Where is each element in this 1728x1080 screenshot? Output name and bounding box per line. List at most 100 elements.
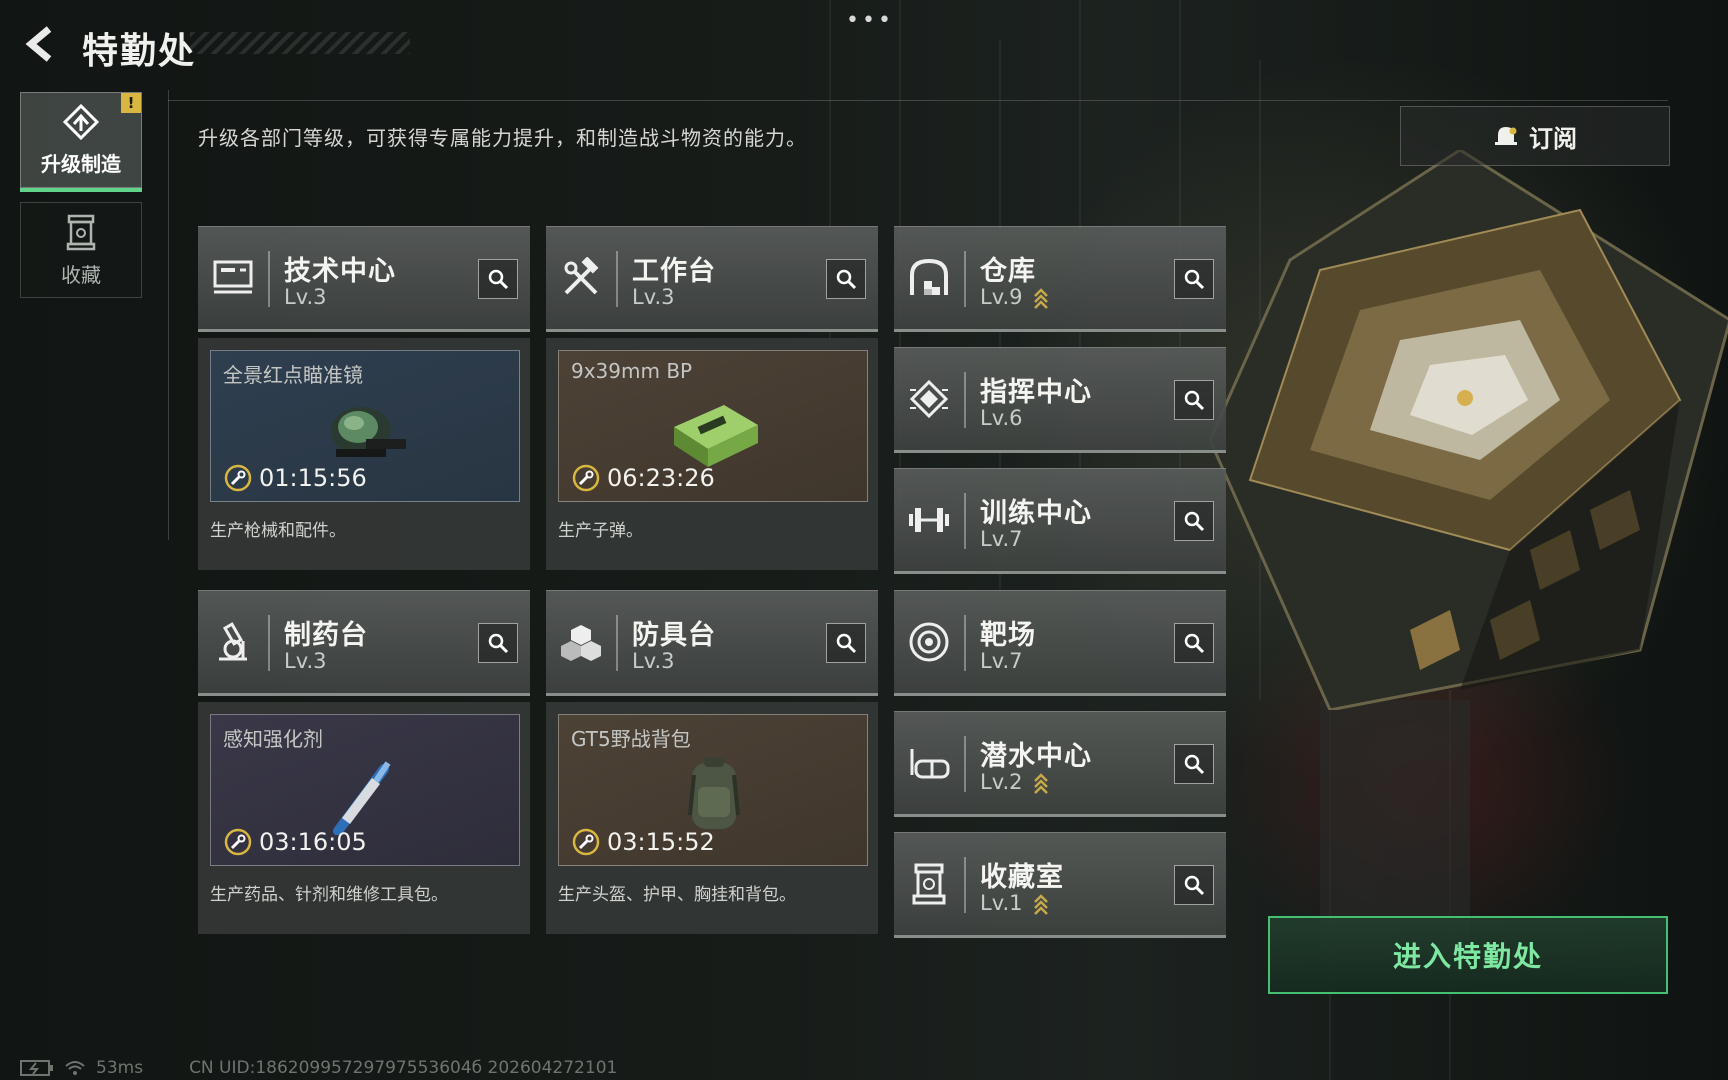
dept-card-collection-room[interactable]: 收藏室 Lv.1 <box>894 832 1226 938</box>
active-tab-indicator <box>20 188 142 192</box>
page-description: 升级各部门等级，可获得专属能力提升，和制造战斗物资的能力。 <box>198 126 807 150</box>
upgrade-available-icon <box>1034 773 1049 794</box>
dept-level: Lv.9 <box>980 285 1049 309</box>
divider <box>964 615 966 671</box>
divider <box>268 251 270 307</box>
divider <box>964 493 966 549</box>
search-button[interactable] <box>826 259 866 299</box>
search-icon <box>488 269 509 290</box>
backpack-icon <box>688 757 740 829</box>
enter-special-ops-button[interactable]: 进入特勤处 <box>1268 916 1668 994</box>
divider <box>616 251 618 307</box>
search-button[interactable] <box>1174 380 1214 420</box>
production-panel-workbench[interactable]: 9x39mm BP 06:23:26 生产子弹。 <box>546 338 878 570</box>
search-icon <box>1184 633 1205 654</box>
status-bar: 53ms CN UID:18620995729797553604б 202604… <box>20 1058 617 1078</box>
dept-name: 仓库 <box>980 256 1036 287</box>
production-slot[interactable]: 感知强化剂 03:16:05 <box>210 714 520 866</box>
dept-level: Lv.3 <box>632 649 675 673</box>
search-icon <box>488 633 509 654</box>
production-panel-tech-center[interactable]: 全景红点瞄准镜 01:15:56 生产枪械和配件。 <box>198 338 530 570</box>
hammer-wrench-icon <box>558 255 604 301</box>
dept-level: Lv.1 <box>980 891 1049 915</box>
production-panel-armor-bench[interactable]: GT5野战背包 03:15:52 生产头盔、护甲、胸挂和背包。 <box>546 702 878 934</box>
search-button[interactable] <box>1174 259 1214 299</box>
dept-level: Lv.3 <box>284 649 327 673</box>
search-button[interactable] <box>478 259 518 299</box>
dept-card-workbench[interactable]: 工作台 Lv.3 <box>546 226 878 332</box>
back-button[interactable] <box>18 22 62 66</box>
item-name: 9x39mm BP <box>571 359 693 383</box>
timer-value: 06:23:26 <box>607 464 715 492</box>
production-slot[interactable]: GT5野战背包 03:15:52 <box>558 714 868 866</box>
production-panel-pharmacy[interactable]: 感知强化剂 03:16:05 生产药品、针剂和维修工具包。 <box>198 702 530 934</box>
search-button[interactable] <box>826 623 866 663</box>
subscribe-label: 订阅 <box>1529 124 1577 153</box>
divider <box>964 251 966 307</box>
item-name: GT5野战背包 <box>571 727 691 751</box>
search-button[interactable] <box>1174 865 1214 905</box>
monitor-icon <box>210 255 256 301</box>
tab-collection[interactable]: 收藏 <box>20 202 142 298</box>
production-description: 生产药品、针剂和维修工具包。 <box>210 885 448 905</box>
search-icon <box>1184 754 1205 775</box>
dumbbell-icon <box>906 497 952 543</box>
wrench-timer-icon <box>224 464 252 492</box>
production-description: 生产头盔、护甲、胸挂和背包。 <box>558 885 796 905</box>
production-slot[interactable]: 全景红点瞄准镜 01:15:56 <box>210 350 520 502</box>
divider <box>964 857 966 913</box>
subscribe-button[interactable]: 订阅 <box>1400 106 1670 166</box>
timer-value: 03:15:52 <box>607 828 715 856</box>
search-button[interactable] <box>1174 501 1214 541</box>
dept-card-training-center[interactable]: 训练中心 Lv.7 <box>894 468 1226 574</box>
search-button[interactable] <box>1174 623 1214 663</box>
upgrade-icon <box>62 103 100 140</box>
dept-level: Lv.7 <box>980 527 1023 551</box>
production-timer: 03:16:05 <box>223 827 367 857</box>
back-arrow-icon <box>25 26 52 62</box>
dept-name: 训练中心 <box>980 498 1092 529</box>
dept-card-pharmacy[interactable]: 制药台 Lv.3 <box>198 590 530 696</box>
injector-icon <box>333 761 391 835</box>
dept-level: Lv.3 <box>632 285 675 309</box>
search-button[interactable] <box>478 623 518 663</box>
divider <box>964 736 966 792</box>
warehouse-icon <box>906 255 952 301</box>
microscope-icon <box>210 619 256 665</box>
page-title: 特勤处 <box>82 31 197 72</box>
search-icon <box>836 269 857 290</box>
dept-card-diving-center[interactable]: 潜水中心 Lv.2 <box>894 711 1226 817</box>
dept-card-tech-center[interactable]: 技术中心 Lv.3 <box>198 226 530 332</box>
diving-mask-icon <box>906 740 952 786</box>
timer-value: 03:16:05 <box>259 828 367 856</box>
dept-card-command-center[interactable]: 指挥中心 Lv.6 <box>894 347 1226 453</box>
battery-icon <box>20 1060 53 1076</box>
dept-name: 制药台 <box>284 620 368 651</box>
alert-badge: ! <box>121 93 141 113</box>
cubes-icon <box>558 619 604 665</box>
dept-name: 靶场 <box>980 620 1036 651</box>
chip-icon <box>906 376 952 422</box>
divider <box>964 372 966 428</box>
tab-upgrade-manufacture[interactable]: 升级制造 ! <box>20 92 142 192</box>
production-description: 生产枪械和配件。 <box>210 521 346 541</box>
facility-cube-illustration <box>1210 150 1728 710</box>
dept-card-armor-bench[interactable]: 防具台 Lv.3 <box>546 590 878 696</box>
production-slot[interactable]: 9x39mm BP 06:23:26 <box>558 350 868 502</box>
dept-level: Lv.7 <box>980 649 1023 673</box>
ping-value: 53ms <box>96 1058 144 1078</box>
production-timer: 03:15:52 <box>571 827 715 857</box>
divider <box>268 615 270 671</box>
dept-name: 指挥中心 <box>980 377 1092 408</box>
dept-name: 收藏室 <box>980 862 1064 893</box>
search-button[interactable] <box>1174 744 1214 784</box>
divider <box>616 615 618 671</box>
target-icon <box>906 619 952 665</box>
wrench-timer-icon <box>572 828 600 856</box>
more-options-icon[interactable]: ••• <box>846 8 894 33</box>
search-icon <box>836 633 857 654</box>
collection-icon <box>906 861 952 907</box>
dept-card-shooting-range[interactable]: 靶场 Lv.7 <box>894 590 1226 696</box>
dept-card-warehouse[interactable]: 仓库 Lv.9 <box>894 226 1226 332</box>
item-name: 全景红点瞄准镜 <box>223 363 363 387</box>
